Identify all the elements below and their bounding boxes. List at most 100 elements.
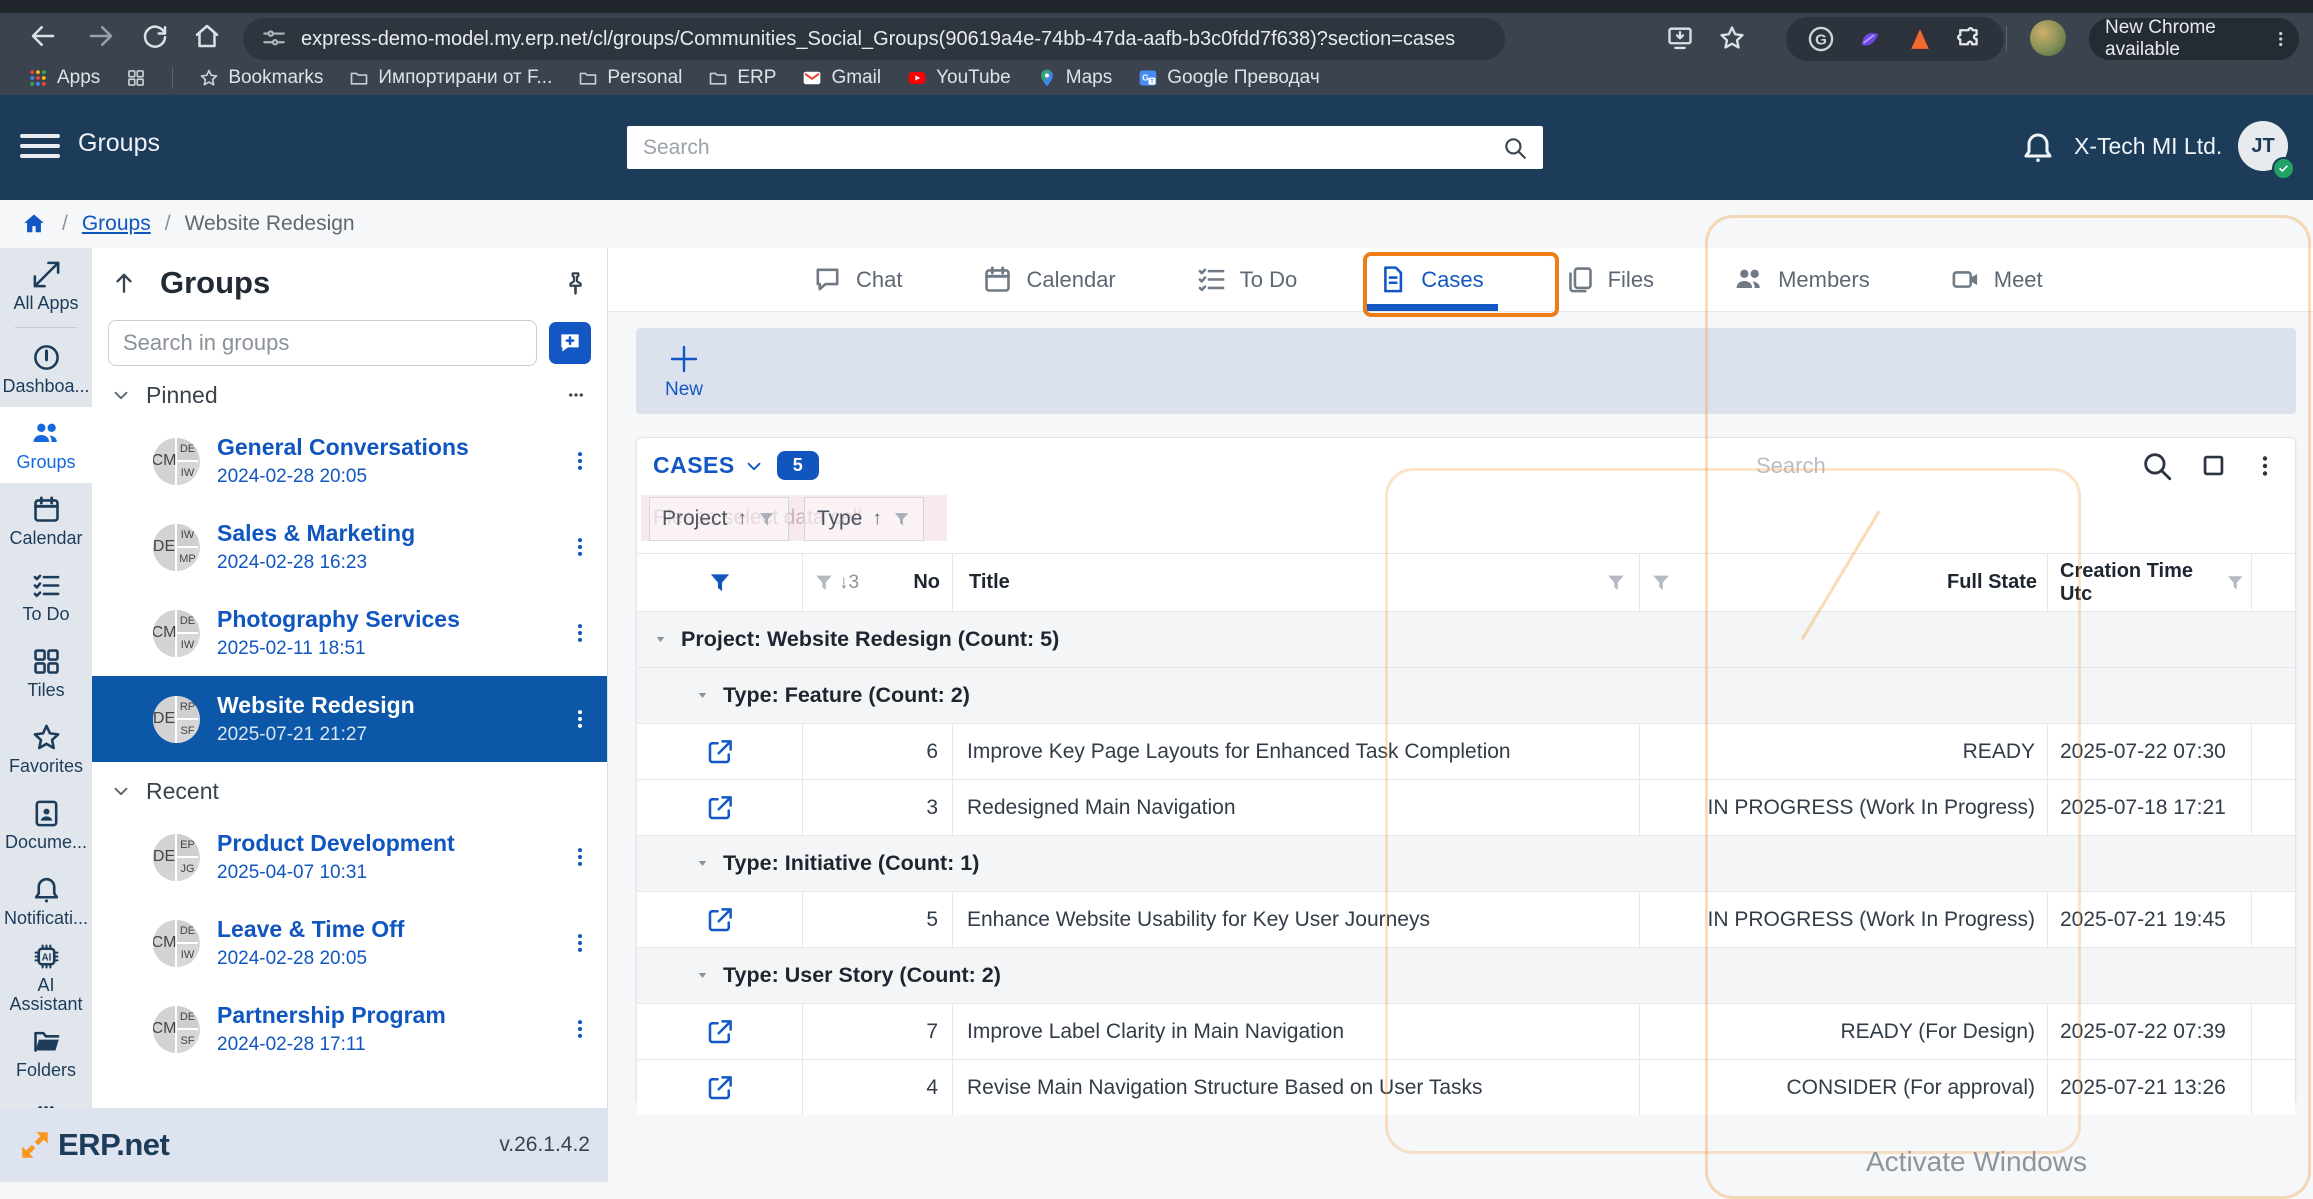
sidebar-item-dashboa[interactable]: Dashboa... bbox=[0, 331, 92, 407]
group-item-product-development[interactable]: DEEPJGProduct Development2025-04-07 10:3… bbox=[92, 814, 607, 900]
case-row[interactable]: 3Redesigned Main NavigationIN PROGRESS (… bbox=[637, 779, 2295, 835]
sidebar-item-favorites[interactable]: Favorites bbox=[0, 711, 92, 787]
browser-home-icon[interactable] bbox=[192, 21, 222, 51]
collapse-up-icon[interactable] bbox=[110, 269, 138, 297]
address-bar[interactable]: express-demo-model.my.erp.net/cl/groups/… bbox=[243, 18, 1505, 60]
orange-extension-icon[interactable] bbox=[1906, 25, 1934, 53]
kebab-menu[interactable] bbox=[569, 928, 591, 958]
open-case[interactable] bbox=[705, 793, 735, 823]
collapse-triangle[interactable] bbox=[653, 632, 668, 647]
group-by-chip-project[interactable]: Project↑ bbox=[649, 497, 789, 541]
group-item-website-redesign[interactable]: DERPSFWebsite Redesign2025-07-21 21:27 bbox=[92, 676, 607, 762]
bookmark-bookmarks[interactable]: Bookmarks bbox=[199, 67, 323, 89]
header-cell-time[interactable]: Creation Time Utc bbox=[2048, 554, 2252, 611]
install-app-icon[interactable] bbox=[1666, 24, 1694, 52]
sidebar-item-to-do[interactable]: To Do bbox=[0, 559, 92, 635]
group-item-general-conversations[interactable]: CMDEIWGeneral Conversations2024-02-28 20… bbox=[92, 418, 607, 504]
kebab-menu[interactable] bbox=[569, 532, 591, 562]
group-by-chip-type[interactable]: Type↑ bbox=[804, 497, 924, 541]
grammarly-extension-icon[interactable]: G bbox=[1807, 25, 1835, 53]
sidebar-item-folders[interactable]: Folders bbox=[0, 1015, 92, 1091]
ellipsis[interactable] bbox=[563, 386, 589, 404]
chrome-update-pill[interactable]: New Chrome available bbox=[2088, 17, 2300, 61]
case-group-row[interactable]: Type: Initiative (Count: 1) bbox=[637, 835, 2295, 891]
case-row[interactable]: 6Improve Key Page Layouts for Enhanced T… bbox=[637, 723, 2295, 779]
collapse-triangle[interactable] bbox=[695, 968, 710, 983]
pin-panel-icon[interactable] bbox=[562, 270, 589, 297]
browser-reload-icon[interactable] bbox=[140, 21, 170, 51]
cases-search-input[interactable] bbox=[1754, 445, 2128, 487]
select-mode-icon[interactable] bbox=[2200, 452, 2227, 479]
filter-icon[interactable] bbox=[1605, 572, 1627, 594]
active-filter-icon[interactable] bbox=[707, 570, 733, 596]
column-label-no[interactable]: No bbox=[913, 571, 940, 594]
filter-icon[interactable] bbox=[813, 572, 835, 594]
group-item-sales-marketing[interactable]: DEIWMPSales & Marketing2024-02-28 16:23 bbox=[92, 504, 607, 590]
group-item-leave-time-off[interactable]: CMDEIWLeave & Time Off2024-02-28 20:05 bbox=[92, 900, 607, 986]
company-name[interactable]: X-Tech MI Ltd. bbox=[2074, 133, 2222, 160]
column-label-time[interactable]: Creation Time Utc bbox=[2060, 560, 2219, 606]
bookmark-personal[interactable]: Personal bbox=[578, 67, 682, 89]
tab-files[interactable]: Files bbox=[1564, 248, 1654, 311]
breadcrumb-home-icon[interactable] bbox=[20, 211, 48, 237]
breadcrumb-link-groups[interactable]: Groups bbox=[82, 212, 151, 236]
global-search-icon[interactable] bbox=[1502, 135, 1528, 161]
browser-forward-icon[interactable] bbox=[86, 21, 116, 51]
sidebar-item-tiles[interactable]: Tiles bbox=[0, 635, 92, 711]
bookmark-google[interactable]: GTGoogle Преводач bbox=[1138, 67, 1320, 89]
kebab-menu[interactable] bbox=[569, 1014, 591, 1044]
kebab-menu[interactable] bbox=[569, 618, 591, 648]
bookmark-star-icon[interactable] bbox=[1718, 24, 1746, 52]
tab-to-do[interactable]: To Do bbox=[1196, 248, 1297, 311]
group-item-partnership-program[interactable]: CMDESFPartnership Program2024-02-28 17:1… bbox=[92, 986, 607, 1072]
filter-icon[interactable] bbox=[2225, 572, 2245, 594]
kebab-menu[interactable] bbox=[569, 446, 591, 476]
bookmark-erp[interactable]: ERP bbox=[708, 67, 776, 89]
extensions-puzzle-icon[interactable] bbox=[1955, 25, 1983, 53]
global-search-input[interactable] bbox=[627, 126, 1543, 169]
hamburger-menu-icon[interactable] bbox=[20, 128, 60, 166]
cases-title[interactable]: CASES bbox=[653, 452, 735, 479]
new-group-chat-button[interactable] bbox=[549, 322, 591, 364]
case-group-row[interactable]: Type: User Story (Count: 2) bbox=[637, 947, 2295, 1003]
cases-search-icon[interactable] bbox=[2140, 449, 2174, 483]
bookmark-maps[interactable]: Maps bbox=[1037, 67, 1112, 89]
header-cell-selector[interactable] bbox=[637, 554, 803, 611]
bookmark-item[interactable] bbox=[126, 68, 146, 88]
sidebar-item-docume[interactable]: Docume... bbox=[0, 787, 92, 863]
filter[interactable] bbox=[757, 510, 776, 529]
case-group-row[interactable]: Project: Website Redesign (Count: 5) bbox=[637, 611, 2295, 667]
browser-profile-avatar[interactable] bbox=[2030, 20, 2066, 56]
cases-menu-icon[interactable] bbox=[2253, 452, 2277, 480]
open-case[interactable] bbox=[705, 1017, 735, 1047]
column-label-title[interactable]: Title bbox=[969, 571, 1010, 594]
header-cell-state[interactable]: Full State bbox=[1640, 554, 2048, 611]
groups-section-pinned[interactable]: Pinned bbox=[92, 372, 607, 418]
bookmark-f[interactable]: Импортирани от F... bbox=[349, 67, 552, 89]
column-label-state[interactable]: Full State bbox=[1947, 571, 2037, 594]
case-group-row[interactable]: Type: Feature (Count: 2) bbox=[637, 667, 2295, 723]
sidebar-item-all-apps[interactable]: All Apps bbox=[0, 248, 92, 324]
collapse-triangle[interactable] bbox=[695, 856, 710, 871]
sidebar-item-calendar[interactable]: Calendar bbox=[0, 483, 92, 559]
bookmark-youtube[interactable]: YouTube bbox=[907, 67, 1011, 89]
kebab-menu[interactable] bbox=[569, 704, 591, 734]
tab-cases[interactable]: Cases bbox=[1377, 248, 1483, 311]
notifications-bell-icon[interactable] bbox=[2020, 128, 2056, 166]
bookmark-apps[interactable]: Apps bbox=[28, 67, 100, 89]
bookmark-gmail[interactable]: Gmail bbox=[802, 67, 881, 89]
case-row[interactable]: 4Revise Main Navigation Structure Based … bbox=[637, 1059, 2295, 1115]
collapse-triangle[interactable] bbox=[695, 688, 710, 703]
header-cell-title[interactable]: Title bbox=[953, 554, 1640, 611]
open-case[interactable] bbox=[705, 905, 735, 935]
header-cell-no[interactable]: ↓3 No bbox=[803, 554, 953, 611]
sidebar-item-ai-assistant[interactable]: AIAI Assistant bbox=[0, 939, 92, 1015]
browser-menu-icon[interactable] bbox=[2272, 28, 2289, 50]
groups-search-input[interactable] bbox=[108, 320, 537, 366]
site-settings-icon[interactable] bbox=[261, 26, 287, 52]
open-case[interactable] bbox=[705, 737, 735, 767]
kebab-menu[interactable] bbox=[569, 842, 591, 872]
sidebar-item-notificati[interactable]: Notificati... bbox=[0, 863, 92, 939]
case-row[interactable]: 5Enhance Website Usability for Key User … bbox=[637, 891, 2295, 947]
browser-back-icon[interactable] bbox=[28, 21, 58, 51]
